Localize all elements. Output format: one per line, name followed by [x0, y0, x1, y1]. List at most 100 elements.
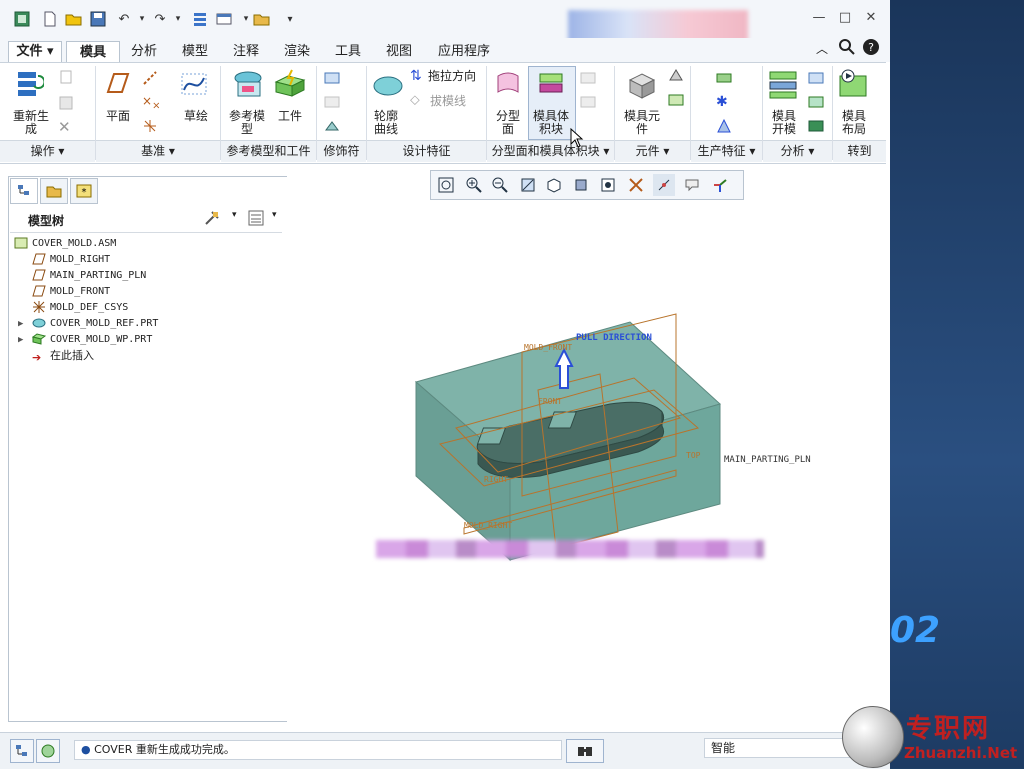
tree-item[interactable]: ➔ 在此插入 — [14, 348, 274, 364]
model-tree-list: COVER_MOLD.ASM MOLD_RIGHT MAIN_PARTING_P… — [14, 236, 274, 364]
undo-icon[interactable]: ↶ — [114, 9, 134, 29]
group-production-label: 生产特征 — [697, 144, 746, 158]
group-datum[interactable]: 基准 ▾ — [96, 140, 220, 162]
contour-curve-icon[interactable] — [372, 72, 404, 101]
ejector-icon[interactable] — [716, 118, 732, 137]
tab-file[interactable]: 文件 ▾ — [8, 41, 62, 63]
zoom-out-icon[interactable] — [489, 174, 511, 196]
workpiece-icon[interactable] — [274, 68, 306, 103]
tree-settings-dropdown-icon[interactable]: ▾ — [232, 210, 237, 220]
parting-surface-icon[interactable] — [494, 70, 522, 101]
tree-item[interactable]: MOLD_DEF_CSYS — [14, 300, 274, 316]
find-icon[interactable] — [566, 739, 604, 763]
expand-arrow-icon[interactable]: ▶ — [18, 332, 32, 348]
minimize-button[interactable]: — — [808, 10, 830, 28]
drag-direction-label[interactable]: 拖拉方向 — [428, 70, 484, 83]
tree-item-label: MAIN_PARTING_PLN — [50, 270, 147, 281]
folder-icon[interactable] — [252, 9, 272, 29]
customize-icon[interactable]: ▾ — [280, 9, 300, 29]
tab-view[interactable]: 视图 — [374, 41, 424, 62]
group-parting-volume[interactable]: 分型面和模具体积块 ▾ — [487, 140, 614, 162]
ref-model-icon[interactable] — [232, 68, 264, 103]
paste-icon — [58, 94, 74, 113]
selection-filter-dropdown[interactable]: 智能 — [704, 738, 862, 758]
tree-item[interactable]: MOLD_RIGHT — [14, 252, 274, 268]
tab-tools[interactable]: 工具 — [324, 41, 372, 62]
datum-display-icon[interactable] — [625, 174, 647, 196]
csys-icon[interactable] — [142, 118, 158, 137]
redo-icon[interactable]: ↷ — [150, 9, 170, 29]
projected-area-icon[interactable] — [808, 118, 824, 137]
sketch-icon[interactable] — [180, 70, 208, 101]
redo-dropdown-icon[interactable]: ▾ — [168, 9, 188, 29]
group-operations[interactable]: 操作 ▾ — [0, 140, 95, 162]
point-icon[interactable]: ×× — [142, 94, 160, 111]
status-message-text: COVER 重新生成成功完成。 — [94, 743, 235, 756]
display-style-icon[interactable] — [571, 174, 593, 196]
tree-columns-dropdown-icon[interactable]: ▾ — [272, 210, 277, 220]
close-button[interactable]: ✕ — [860, 10, 882, 28]
show-browser-icon[interactable] — [36, 739, 60, 763]
repaint-icon[interactable] — [517, 174, 539, 196]
csys-display-icon[interactable] — [709, 174, 731, 196]
show-navigator-icon[interactable] — [10, 739, 34, 763]
tree-item[interactable]: MOLD_FRONT — [14, 284, 274, 300]
spin-center-icon[interactable] — [653, 174, 675, 196]
help-icon[interactable]: ? — [862, 38, 880, 56]
tree-item[interactable]: ▶ COVER_MOLD_WP.PRT — [14, 332, 274, 348]
tab-model[interactable]: 模型 — [170, 41, 220, 62]
refit-icon[interactable] — [435, 174, 457, 196]
group-operations-label: 操作 — [30, 144, 55, 158]
app-icon[interactable] — [12, 9, 32, 29]
axis-icon[interactable] — [142, 70, 158, 89]
windows-icon[interactable] — [214, 9, 234, 29]
regenerate-icon[interactable] — [16, 70, 46, 101]
zoom-in-icon[interactable] — [463, 174, 485, 196]
section-icon[interactable] — [597, 174, 619, 196]
thickness-check-icon[interactable] — [808, 94, 824, 113]
drag-direction-icon[interactable]: ⇅ — [410, 68, 422, 84]
tree-item[interactable]: COVER_MOLD.ASM — [14, 236, 274, 252]
tab-analysis[interactable]: 分析 — [120, 41, 168, 62]
tree-settings-icon[interactable] — [204, 210, 220, 229]
collapse-ribbon-icon[interactable]: ︿ — [816, 40, 828, 57]
draft-check-icon[interactable] — [808, 70, 824, 89]
modifier-icon[interactable] — [324, 70, 340, 89]
group-production[interactable]: 生产特征 ▾ — [691, 140, 762, 162]
save-icon[interactable] — [88, 9, 108, 29]
tab-mold[interactable]: 模具 — [66, 41, 120, 63]
search-icon[interactable] — [838, 38, 856, 56]
tab-applications[interactable]: 应用程序 — [426, 41, 502, 62]
component-check-icon[interactable] — [668, 92, 684, 111]
plane-icon[interactable] — [102, 70, 130, 101]
mold-model-3d[interactable]: PULL DIRECTION MOLD_FRONT FRONT TOP MAIN… — [380, 300, 850, 580]
group-design-features: 设计特征 — [367, 140, 486, 162]
tree-item[interactable]: ▶ COVER_MOLD_REF.PRT — [14, 316, 274, 332]
group-components[interactable]: 元件 ▾ — [615, 140, 690, 162]
mold-open-icon[interactable] — [768, 68, 800, 103]
model-tree-tab[interactable] — [10, 178, 38, 204]
annotation-display-icon[interactable] — [681, 174, 703, 196]
regenerate-icon[interactable] — [190, 9, 210, 29]
mold-component-label: 模具元 件 — [623, 109, 660, 136]
new-icon[interactable] — [40, 9, 60, 29]
group-analysis[interactable]: 分析 ▾ — [763, 140, 832, 162]
mold-layout-icon[interactable] — [838, 68, 870, 103]
mold-volume-icon[interactable] — [537, 70, 565, 101]
expand-arrow-icon[interactable]: ▶ — [18, 316, 32, 332]
maximize-button[interactable]: □ — [834, 10, 856, 28]
favorites-tab[interactable]: * — [70, 178, 98, 204]
mold-component-icon[interactable] — [626, 68, 658, 103]
tree-item[interactable]: MAIN_PARTING_PLN — [14, 268, 274, 284]
folder-browser-tab[interactable] — [40, 178, 68, 204]
tree-columns-icon[interactable] — [248, 210, 264, 229]
runner-icon[interactable] — [716, 70, 732, 89]
undo-dropdown-icon[interactable]: ▾ — [132, 9, 152, 29]
cavity-insert-icon[interactable] — [668, 68, 684, 87]
waterline-icon[interactable]: ✱ — [716, 94, 728, 110]
saved-orientations-icon[interactable] — [543, 174, 565, 196]
open-icon[interactable] — [64, 9, 84, 29]
mirror-icon[interactable] — [324, 118, 340, 137]
tab-render[interactable]: 渲染 — [272, 41, 322, 62]
tab-annotate[interactable]: 注释 — [222, 41, 270, 62]
